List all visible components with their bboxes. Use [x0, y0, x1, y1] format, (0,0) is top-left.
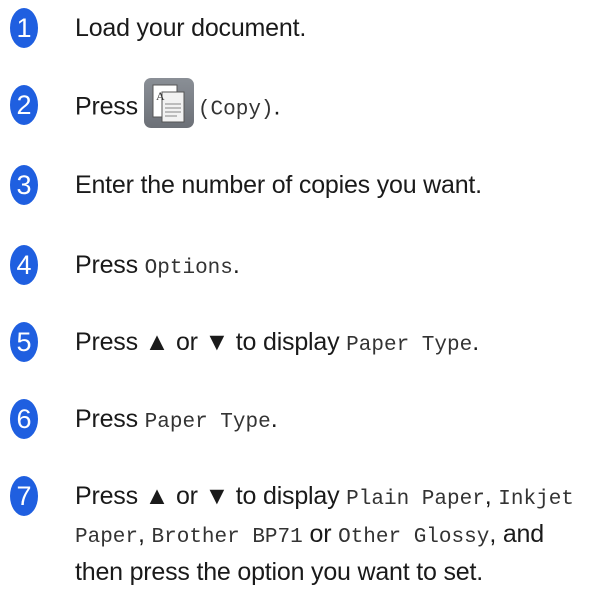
paper-type-code: Paper Type — [346, 334, 473, 357]
step-3-text: Enter the number of copies you want. — [75, 171, 482, 199]
plain-paper-code: Plain Paper — [346, 488, 485, 511]
comma: , — [484, 482, 492, 510]
press-label: Press — [75, 405, 138, 433]
press-arrows-label: Press ▲ or ▼ to display — [75, 482, 340, 510]
press-arrows-label: Press ▲ or ▼ to display — [75, 328, 340, 356]
step-number-4: 4 — [10, 245, 38, 285]
step-number-5: 5 — [10, 322, 38, 362]
step-number-7: 7 — [10, 476, 38, 516]
paper-type-code: Paper Type — [144, 411, 271, 434]
press-label: Press — [75, 251, 138, 279]
step-6-period: . — [270, 405, 278, 433]
step-4-period: . — [232, 251, 240, 279]
press-label: Press — [75, 92, 138, 121]
copy-code: (Copy) — [197, 98, 274, 122]
step-5-text: Press ▲ or ▼ to display Paper Type. — [75, 325, 597, 363]
copy-icon[interactable]: A — [143, 78, 194, 128]
other-glossy-code: Other Glossy — [338, 526, 490, 549]
step-1-text: Load your document. — [75, 14, 307, 42]
options-code: Options — [144, 257, 233, 280]
step-6-text: Press Paper Type. — [75, 402, 597, 440]
comma: , — [138, 520, 145, 548]
brother-bp71-code: Brother BP71 — [151, 526, 303, 549]
step-2-period: . — [273, 92, 281, 121]
step-number-3: 3 — [10, 165, 38, 205]
step-4-text: Press Options. — [75, 248, 597, 286]
step-number-2: 2 — [10, 85, 38, 125]
step-2-text: Press A (Copy). — [75, 78, 597, 128]
step-number-6: 6 — [10, 399, 38, 439]
step-7-text: Press ▲ or ▼ to display Plain Paper, Ink… — [75, 479, 597, 590]
or-label: or — [309, 520, 332, 548]
step-5-period: . — [472, 328, 479, 356]
step-number-1: 1 — [10, 8, 38, 48]
copy-icon-letter: A — [156, 89, 165, 103]
